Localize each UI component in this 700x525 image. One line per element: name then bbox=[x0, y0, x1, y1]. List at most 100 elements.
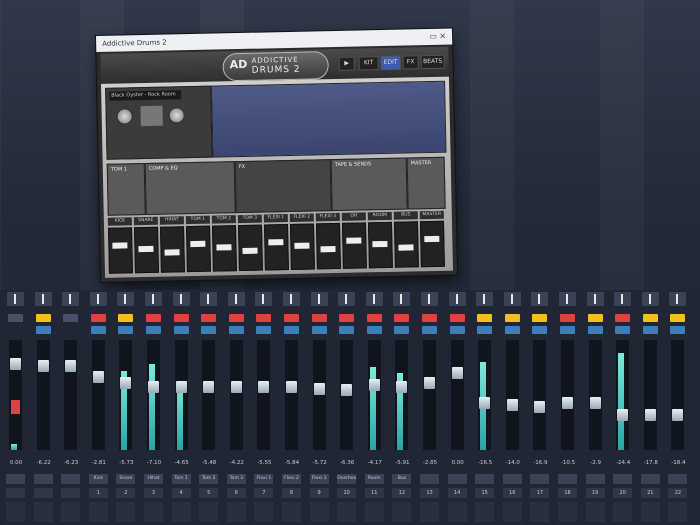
pan-control[interactable] bbox=[117, 292, 135, 306]
channel-name[interactable] bbox=[420, 474, 439, 484]
volume-fader[interactable] bbox=[148, 381, 159, 393]
record-enable-button[interactable] bbox=[642, 314, 658, 322]
pan-control[interactable] bbox=[448, 292, 466, 306]
plugin-channel-fader[interactable] bbox=[186, 225, 211, 273]
volume-readout[interactable]: -2.81 bbox=[87, 460, 111, 466]
volume-fader[interactable] bbox=[534, 401, 546, 413]
fader-track[interactable] bbox=[505, 340, 519, 450]
fader-cap[interactable] bbox=[398, 244, 414, 251]
fader-track[interactable] bbox=[36, 340, 50, 450]
monitor-button[interactable] bbox=[90, 326, 106, 334]
plugin-channel-fader[interactable] bbox=[134, 226, 159, 274]
pan-control[interactable] bbox=[531, 292, 549, 306]
volume-readout[interactable]: 0.00 bbox=[446, 460, 470, 466]
volume-readout[interactable]: -6.23 bbox=[59, 460, 83, 466]
channel-name[interactable] bbox=[33, 474, 53, 484]
volume-fader[interactable] bbox=[258, 381, 270, 393]
pan-control[interactable] bbox=[283, 292, 300, 306]
pan-control[interactable] bbox=[310, 292, 328, 306]
monitor-button[interactable] bbox=[311, 326, 327, 334]
volume-readout[interactable]: -5.72 bbox=[308, 460, 332, 466]
pan-control[interactable] bbox=[62, 292, 80, 306]
monitor-button[interactable] bbox=[201, 326, 217, 334]
pan-control[interactable] bbox=[7, 292, 24, 306]
volume-readout[interactable]: 0.00 bbox=[4, 460, 28, 466]
fader-cap[interactable] bbox=[346, 237, 362, 244]
knob[interactable] bbox=[168, 107, 185, 124]
fader-cap[interactable] bbox=[372, 240, 388, 248]
channel-name[interactable]: Overhead bbox=[337, 474, 357, 484]
channel-name[interactable] bbox=[61, 474, 81, 484]
volume-fader[interactable] bbox=[92, 371, 104, 383]
channel-name[interactable]: Tom 2 bbox=[199, 474, 219, 484]
record-enable-button[interactable] bbox=[339, 314, 355, 322]
monitor-button[interactable] bbox=[173, 326, 189, 334]
monitor-button[interactable] bbox=[670, 326, 686, 334]
channel-name[interactable]: Flexi 3 bbox=[309, 474, 329, 484]
volume-readout[interactable]: -5.55 bbox=[252, 460, 276, 466]
plugin-channel-fader[interactable] bbox=[263, 224, 289, 271]
fader-track[interactable] bbox=[257, 340, 271, 450]
volume-fader[interactable] bbox=[589, 397, 601, 409]
pan-control[interactable] bbox=[586, 292, 604, 306]
volume-readout[interactable]: -6.36 bbox=[335, 460, 359, 466]
pan-control[interactable] bbox=[200, 292, 218, 306]
pan-control[interactable] bbox=[393, 292, 411, 306]
fader-cap[interactable] bbox=[112, 242, 128, 249]
volume-fader[interactable] bbox=[424, 377, 435, 389]
plugin-channel-fader[interactable] bbox=[419, 220, 445, 268]
volume-readout[interactable]: -5.48 bbox=[197, 460, 221, 466]
pan-control[interactable] bbox=[227, 292, 245, 306]
monitor-button[interactable] bbox=[532, 326, 548, 334]
pan-control[interactable] bbox=[476, 292, 494, 306]
record-enable-button[interactable] bbox=[477, 314, 493, 322]
volume-readout[interactable]: -10.5 bbox=[556, 460, 580, 466]
tab-fx[interactable]: FX bbox=[402, 55, 419, 70]
fader-track[interactable] bbox=[91, 340, 105, 450]
pan-control[interactable] bbox=[559, 292, 576, 306]
record-enable-button[interactable] bbox=[311, 314, 327, 322]
fader-track[interactable] bbox=[450, 340, 464, 450]
record-enable-button[interactable] bbox=[63, 314, 79, 322]
pan-control[interactable] bbox=[421, 292, 438, 306]
pan-control[interactable] bbox=[365, 292, 383, 306]
monitor-button[interactable] bbox=[339, 326, 355, 334]
channel-name[interactable]: Tom 3 bbox=[226, 474, 246, 484]
fader-cap[interactable] bbox=[242, 247, 258, 254]
pan-control[interactable] bbox=[34, 292, 52, 306]
channel-name[interactable]: Tom 1 bbox=[171, 474, 191, 484]
record-enable-button[interactable] bbox=[449, 314, 465, 322]
monitor-button[interactable] bbox=[504, 326, 520, 334]
monitor-button[interactable] bbox=[477, 326, 493, 334]
volume-readout[interactable]: -4.17 bbox=[363, 460, 387, 466]
fader-cap[interactable] bbox=[164, 249, 180, 256]
close-icon[interactable]: ▭ ✕ bbox=[429, 29, 446, 45]
pan-control[interactable] bbox=[338, 292, 356, 306]
fader-cap[interactable] bbox=[424, 235, 440, 243]
monitor-button[interactable] bbox=[284, 326, 299, 334]
channel-name[interactable]: Bus bbox=[392, 474, 412, 484]
channel-name[interactable]: Hihat bbox=[144, 474, 163, 484]
record-enable-button[interactable] bbox=[587, 314, 603, 322]
channel-name[interactable]: Snare bbox=[116, 474, 136, 484]
fader-cap[interactable] bbox=[190, 240, 206, 248]
record-enable-button[interactable] bbox=[256, 314, 272, 322]
plugin-channel-fader[interactable] bbox=[341, 222, 367, 269]
fader-track[interactable] bbox=[643, 340, 657, 450]
pan-control[interactable] bbox=[669, 292, 687, 306]
volume-fader[interactable] bbox=[562, 397, 573, 409]
fader-track[interactable] bbox=[229, 340, 243, 450]
plugin-channel-fader[interactable] bbox=[211, 225, 237, 272]
volume-fader[interactable] bbox=[368, 379, 380, 391]
monitor-button[interactable] bbox=[35, 326, 51, 334]
channel-name[interactable] bbox=[475, 474, 495, 484]
plugin-channel-fader[interactable] bbox=[393, 221, 419, 268]
volume-readout[interactable]: -2.85 bbox=[418, 460, 442, 466]
fader-track[interactable] bbox=[588, 340, 602, 450]
plugin-channel-fader[interactable] bbox=[315, 222, 341, 270]
volume-readout[interactable]: -14.0 bbox=[501, 460, 525, 466]
record-enable-button[interactable] bbox=[615, 314, 631, 322]
pan-control[interactable] bbox=[641, 292, 659, 306]
volume-readout[interactable]: -5.73 bbox=[114, 460, 138, 466]
pan-control[interactable] bbox=[614, 292, 632, 306]
